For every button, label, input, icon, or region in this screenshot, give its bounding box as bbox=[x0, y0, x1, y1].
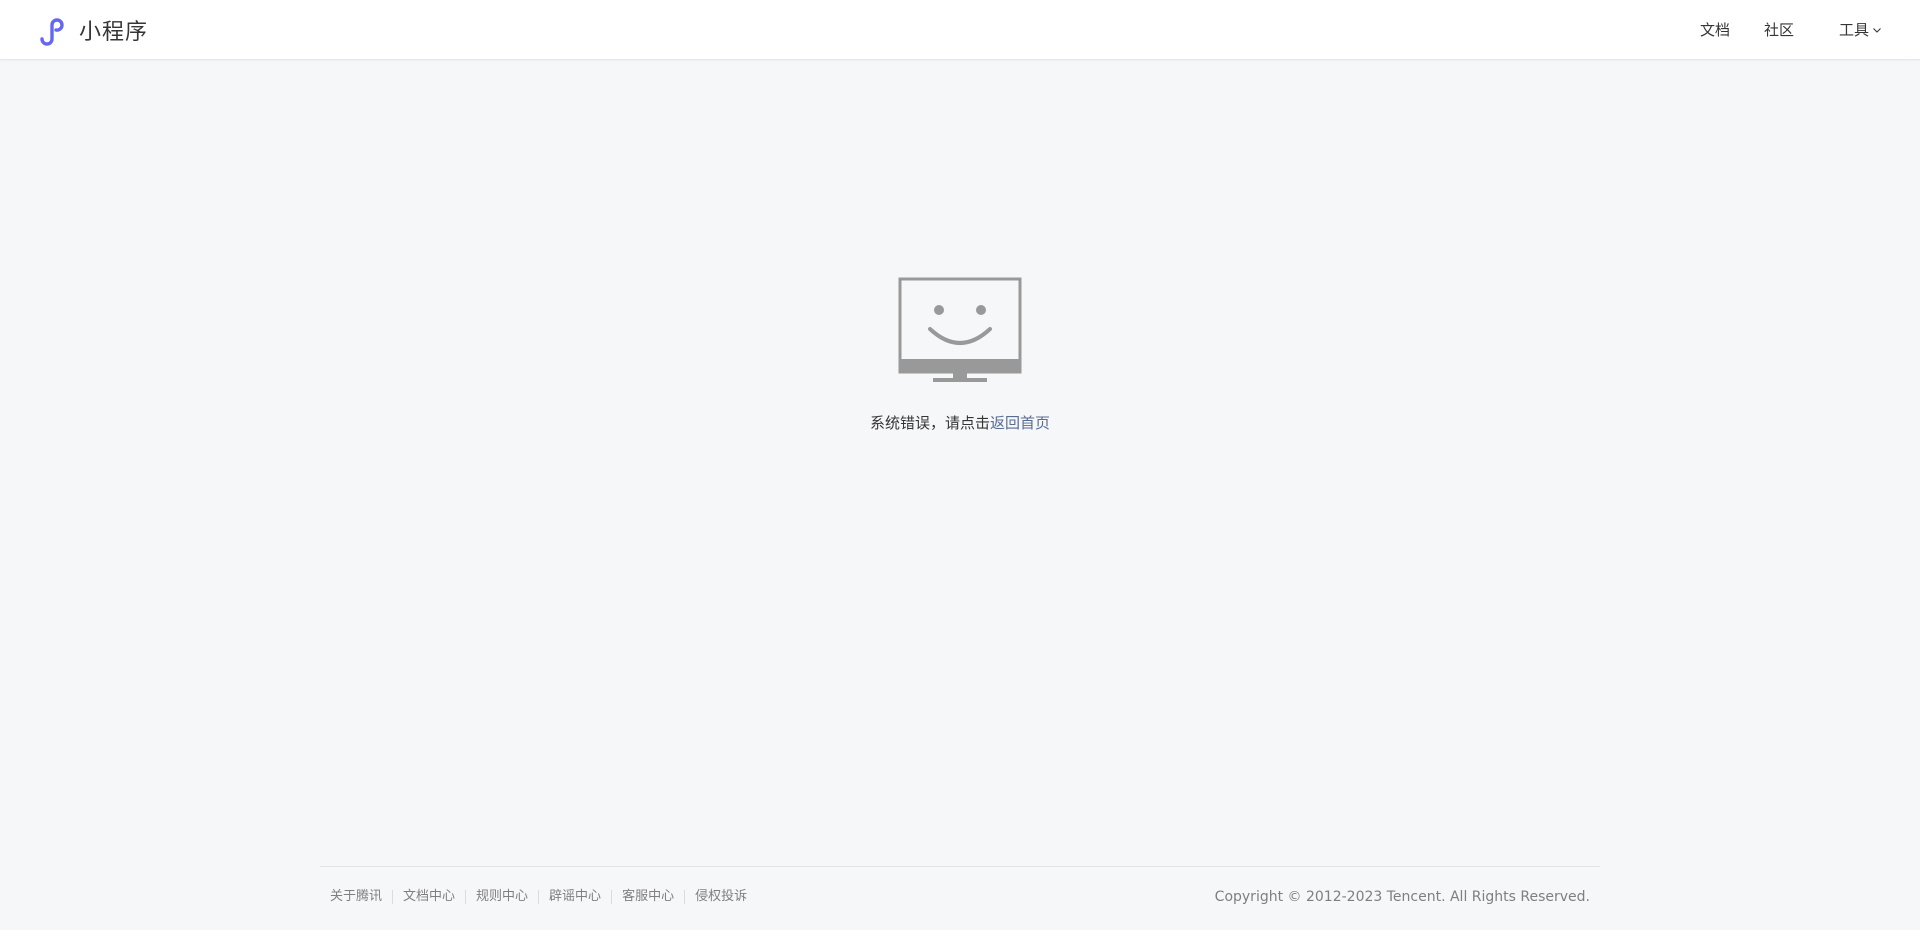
smiling-monitor-icon bbox=[898, 277, 1022, 383]
mini-program-logo-icon bbox=[38, 14, 70, 46]
top-nav: 文档 社区 工具 bbox=[1700, 0, 1882, 59]
logo-link[interactable]: 小程序 bbox=[38, 14, 148, 46]
footer: 关于腾讯 文档中心 规则中心 辟谣中心 客服中心 侵权投诉 Copyright … bbox=[320, 866, 1600, 930]
return-home-link[interactable]: 返回首页 bbox=[990, 414, 1050, 432]
nav-docs[interactable]: 文档 bbox=[1700, 19, 1730, 40]
chevron-down-icon bbox=[1872, 21, 1882, 39]
nav-tools-label: 工具 bbox=[1838, 21, 1869, 39]
nav-tools[interactable]: 工具 bbox=[1839, 19, 1882, 40]
copyright-text: Copyright © 2012-2023 Tencent. All Right… bbox=[1214, 889, 1590, 905]
logo-text: 小程序 bbox=[79, 20, 149, 45]
footer-link-rules-center[interactable]: 规则中心 bbox=[465, 890, 538, 904]
top-header: 小程序 文档 社区 工具 bbox=[0, 0, 1920, 60]
footer-link-rumor-center[interactable]: 辟谣中心 bbox=[538, 890, 611, 904]
footer-link-doc-center[interactable]: 文档中心 bbox=[392, 890, 465, 904]
error-text: 系统错误，请点击 bbox=[869, 414, 990, 432]
nav-community[interactable]: 社区 bbox=[1764, 19, 1794, 40]
footer-link-service-center[interactable]: 客服中心 bbox=[611, 890, 684, 904]
footer-links: 关于腾讯 文档中心 规则中心 辟谣中心 客服中心 侵权投诉 bbox=[330, 890, 757, 904]
error-message: 系统错误，请点击返回首页 bbox=[0, 412, 1920, 433]
footer-link-infringement[interactable]: 侵权投诉 bbox=[684, 890, 757, 904]
footer-link-about-tencent[interactable]: 关于腾讯 bbox=[330, 890, 392, 904]
